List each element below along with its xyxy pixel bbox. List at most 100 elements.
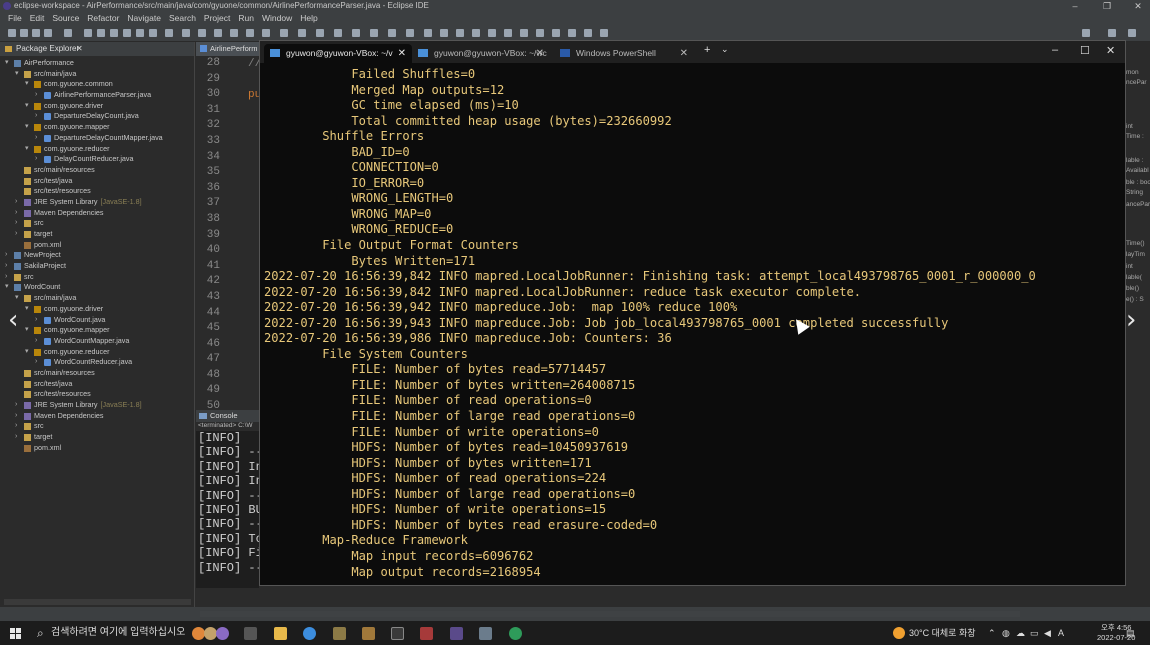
close-icon[interactable]: ✕ bbox=[1106, 44, 1115, 57]
maximize-icon[interactable]: ☐ bbox=[1080, 44, 1090, 57]
tree-node[interactable]: › target bbox=[0, 432, 194, 443]
toolbar-icon[interactable] bbox=[456, 29, 464, 37]
tray-chevron-icon[interactable]: ⌃ bbox=[988, 627, 996, 639]
code-editor[interactable]: AirlinePerform 28 29 30 31 32 33 34 35 36 37 38 39 4… bbox=[196, 42, 261, 428]
toolbar-icon[interactable] bbox=[584, 29, 592, 37]
toolbar-icon[interactable] bbox=[424, 29, 432, 37]
toolbar-icon[interactable] bbox=[136, 29, 144, 37]
toolbar-icon[interactable] bbox=[198, 29, 206, 37]
tree-arrow-icon[interactable]: ▾ bbox=[25, 101, 29, 112]
tree-node[interactable]: › target bbox=[0, 229, 194, 240]
editor-tab[interactable]: AirlinePerform bbox=[196, 42, 259, 56]
chrome-icon[interactable] bbox=[303, 627, 316, 640]
task-view-icon[interactable] bbox=[244, 627, 257, 640]
tree-node[interactable]: › src bbox=[0, 421, 194, 432]
tree-node[interactable]: ▾ com.gyuone.driver bbox=[0, 304, 194, 315]
tree-arrow-icon[interactable]: › bbox=[5, 261, 7, 272]
tree-node[interactable]: › JRE System Library [JavaSE-1.8] bbox=[0, 197, 194, 208]
dbeaver-icon[interactable] bbox=[333, 627, 346, 640]
toolbar-icon[interactable] bbox=[110, 29, 118, 37]
tree-arrow-icon[interactable]: › bbox=[35, 336, 37, 347]
terminal-icon[interactable] bbox=[391, 627, 404, 640]
windows-start-icon[interactable] bbox=[10, 628, 21, 639]
tree-node[interactable]: › WordCount.java bbox=[0, 315, 194, 326]
tree-arrow-icon[interactable]: › bbox=[15, 400, 17, 411]
tree-arrow-icon[interactable]: › bbox=[5, 250, 7, 261]
tree-node[interactable]: ▾ AirPerformance bbox=[0, 58, 194, 69]
tree-node[interactable]: src/main/resources bbox=[0, 165, 194, 176]
tree-arrow-icon[interactable]: › bbox=[35, 133, 37, 144]
terminal-output[interactable]: Failed Shuffles=0 Merged Map outputs=12 … bbox=[264, 67, 1119, 582]
tool-icon[interactable] bbox=[479, 627, 492, 640]
toolbar-icon[interactable] bbox=[8, 29, 16, 37]
tree-node[interactable]: pom.xml bbox=[0, 443, 194, 454]
app-icon[interactable] bbox=[420, 627, 433, 640]
menu-item-source[interactable]: Source bbox=[52, 12, 79, 24]
menu-item-run[interactable]: Run bbox=[238, 12, 254, 24]
tree-arrow-icon[interactable]: ▾ bbox=[25, 304, 29, 315]
toolbar-icon[interactable] bbox=[334, 29, 342, 37]
minimize-icon[interactable]: – bbox=[1052, 44, 1058, 56]
tree-arrow-icon[interactable]: ▾ bbox=[25, 347, 29, 358]
tree-node[interactable]: ▾ com.gyuone.reducer bbox=[0, 144, 194, 155]
toolbar-icon[interactable] bbox=[20, 29, 28, 37]
toolbar-icon[interactable] bbox=[406, 29, 414, 37]
menu-item-help[interactable]: Help bbox=[300, 12, 317, 24]
tree-node[interactable]: pom.xml bbox=[0, 240, 194, 251]
tree-node[interactable]: › Maven Dependencies bbox=[0, 411, 194, 422]
toolbar-icon[interactable] bbox=[568, 29, 576, 37]
toolbar-icon[interactable] bbox=[1082, 29, 1090, 37]
tree-node[interactable]: src/test/java bbox=[0, 379, 194, 390]
maximize-icon[interactable]: ❐ bbox=[1097, 0, 1117, 12]
toolbar-icon[interactable] bbox=[214, 29, 222, 37]
toolbar-icon[interactable] bbox=[165, 29, 173, 37]
horizontal-scrollbar[interactable] bbox=[4, 599, 191, 605]
tree-node[interactable]: › JRE System Library [JavaSE-1.8] bbox=[0, 400, 194, 411]
toolbar-icon[interactable] bbox=[600, 29, 608, 37]
tree-arrow-icon[interactable]: ▾ bbox=[25, 144, 29, 155]
tree-node[interactable]: › SakilaProject bbox=[0, 261, 194, 272]
file-explorer-icon[interactable] bbox=[274, 627, 287, 640]
close-tab-icon[interactable]: ✕ bbox=[398, 44, 406, 63]
tree-arrow-icon[interactable]: › bbox=[15, 229, 17, 240]
editor-horizontal-scrollbar[interactable] bbox=[200, 611, 1020, 617]
tree-arrow-icon[interactable]: › bbox=[15, 208, 17, 219]
eclipse-icon[interactable] bbox=[450, 627, 463, 640]
tree-node[interactable]: ▾ com.gyuone.mapper bbox=[0, 325, 194, 336]
menu-item-window[interactable]: Window bbox=[262, 12, 292, 24]
network-icon[interactable]: ◍ bbox=[1002, 627, 1010, 639]
minimize-icon[interactable]: – bbox=[1065, 0, 1085, 12]
console-tab[interactable]: Console bbox=[196, 410, 259, 422]
menu-item-file[interactable]: File bbox=[8, 12, 22, 24]
next-arrow-icon[interactable]: › bbox=[1126, 305, 1136, 335]
tree-arrow-icon[interactable]: › bbox=[35, 154, 37, 165]
toolbar-icon[interactable] bbox=[440, 29, 448, 37]
app-green-icon[interactable] bbox=[509, 627, 522, 640]
terminal-tab[interactable]: Windows PowerShell ✕ bbox=[554, 44, 694, 63]
toolbar-icon[interactable] bbox=[44, 29, 52, 37]
tab-dropdown-button[interactable]: ⌄ bbox=[721, 44, 729, 55]
toolbar-icon[interactable] bbox=[298, 29, 306, 37]
toolbar-icon[interactable] bbox=[280, 29, 288, 37]
tree-node[interactable]: ▾ com.gyuone.reducer bbox=[0, 347, 194, 358]
close-tab-icon[interactable]: ✕ bbox=[536, 44, 544, 63]
notification-icon[interactable]: ▤ bbox=[1126, 627, 1135, 639]
tree-node[interactable]: › DelayCountReducer.java bbox=[0, 154, 194, 165]
tree-node[interactable]: ▾ WordCount bbox=[0, 282, 194, 293]
taskbar-search[interactable]: 검색하려면 여기에 입력하십시오 bbox=[37, 625, 185, 641]
toolbar-icon[interactable] bbox=[262, 29, 270, 37]
tree-arrow-icon[interactable]: › bbox=[15, 218, 17, 229]
ime-indicator[interactable]: A bbox=[1058, 627, 1064, 639]
toolbar-icon[interactable] bbox=[123, 29, 131, 37]
tree-node[interactable]: › WordCountMapper.java bbox=[0, 336, 194, 347]
toolbar-icon[interactable] bbox=[472, 29, 480, 37]
tree-arrow-icon[interactable]: ▾ bbox=[25, 122, 29, 133]
menu-item-navigate[interactable]: Navigate bbox=[127, 12, 161, 24]
people-icon[interactable] bbox=[216, 627, 229, 640]
toolbar-icon[interactable] bbox=[520, 29, 528, 37]
menu-item-search[interactable]: Search bbox=[169, 12, 196, 24]
display-icon[interactable]: ▭ bbox=[1030, 627, 1039, 639]
tree-arrow-icon[interactable]: › bbox=[15, 411, 17, 422]
terminal-tab[interactable]: gyuwon@gyuwon-VBox: ~/wc ✕ bbox=[412, 44, 550, 63]
tree-node[interactable]: src/test/resources bbox=[0, 186, 194, 197]
